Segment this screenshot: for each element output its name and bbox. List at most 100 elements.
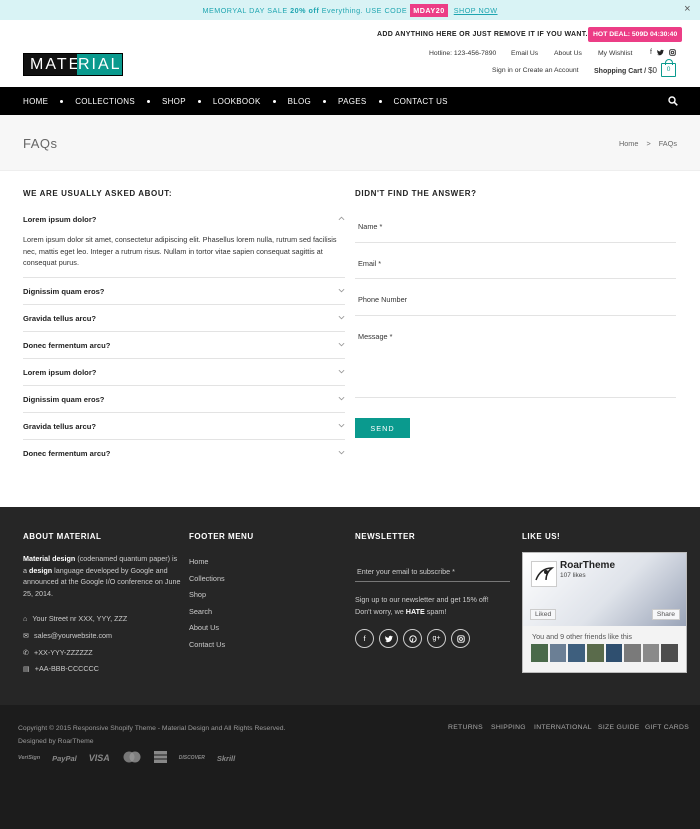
- name-field[interactable]: Name *: [355, 206, 676, 243]
- friend-avatar[interactable]: [531, 644, 548, 662]
- chevron-down-icon[interactable]: [338, 422, 345, 429]
- newsletter-input[interactable]: Enter your email to subscribe *: [355, 564, 510, 582]
- friend-avatar[interactable]: [568, 644, 585, 662]
- faq-item[interactable]: Lorem ipsum dolor? Lorem ipsum dolor sit…: [23, 206, 345, 278]
- footer-menu: Home Collections Shop Search About Us Co…: [189, 557, 225, 657]
- faq-item[interactable]: Lorem ipsum dolor?: [23, 359, 345, 386]
- skrill-icon: Skrill: [216, 753, 236, 763]
- facebook-page-name[interactable]: RoarTheme: [560, 560, 615, 571]
- instagram-icon[interactable]: [669, 49, 676, 58]
- payment-icons: VeriSign PayPal VISA DISCOVER Skrill: [18, 751, 235, 765]
- footer-link-contact[interactable]: Contact Us: [189, 640, 225, 657]
- footer-link-search[interactable]: Search: [189, 607, 225, 624]
- breadcrumb-home[interactable]: Home: [619, 139, 638, 148]
- twitter-icon[interactable]: [379, 629, 398, 648]
- friend-avatar[interactable]: [624, 644, 641, 662]
- designed-by[interactable]: Designed by RoarTheme: [18, 736, 285, 749]
- footer-link-shop[interactable]: Shop: [189, 590, 225, 607]
- nav-blog[interactable]: BLOG: [288, 97, 311, 106]
- wishlist-link[interactable]: My Wishlist: [598, 50, 632, 57]
- about-bold-1: Material design: [23, 554, 76, 563]
- about-us-link[interactable]: About Us: [554, 50, 582, 57]
- facebook-icon[interactable]: f: [650, 49, 652, 58]
- nav-shop[interactable]: SHOP: [162, 97, 186, 106]
- footer-link-about[interactable]: About Us: [189, 623, 225, 640]
- friend-avatar[interactable]: [586, 644, 604, 662]
- faq-item[interactable]: Dignissim quam eros?: [23, 386, 345, 413]
- google-plus-icon[interactable]: g+: [427, 629, 446, 648]
- friend-avatar[interactable]: [549, 644, 567, 662]
- faq-question[interactable]: Dignissim quam eros?: [23, 287, 345, 296]
- discover-icon: DISCOVER: [178, 755, 205, 761]
- faq-question[interactable]: Donec fermentum arcu?: [23, 449, 345, 458]
- faq-question[interactable]: Lorem ipsum dolor?: [23, 368, 345, 377]
- chevron-down-icon[interactable]: [338, 368, 345, 375]
- footer-link-collections[interactable]: Collections: [189, 574, 225, 591]
- bottom-link-returns[interactable]: RETURNS: [448, 724, 483, 731]
- facebook-liked-button[interactable]: Liked: [530, 609, 557, 620]
- close-icon[interactable]: ×: [684, 3, 691, 15]
- bottom-link-size-guide[interactable]: SIZE GUIDE: [598, 724, 640, 731]
- facebook-widget[interactable]: RoarTheme 107 likes Liked Share You and …: [522, 552, 687, 673]
- contact-form: Name * Email * Phone Number Message *: [355, 206, 676, 398]
- pinterest-icon[interactable]: [403, 629, 422, 648]
- chevron-up-icon[interactable]: [338, 215, 345, 222]
- account-links: Sign in or Create an Account: [492, 67, 579, 74]
- create-account-link[interactable]: Create an Account: [523, 67, 579, 74]
- mail-text[interactable]: sales@yourwebsite.com: [34, 631, 112, 640]
- envelope-icon: ✉: [23, 631, 30, 640]
- chevron-down-icon[interactable]: [338, 314, 345, 321]
- footer-social: f g+: [355, 629, 470, 648]
- faq-item[interactable]: Gravida tellus arcu?: [23, 305, 345, 332]
- nav-home[interactable]: HOME: [23, 97, 48, 106]
- mastercard-icon: [122, 751, 142, 765]
- faq-item[interactable]: Dignissim quam eros?: [23, 278, 345, 305]
- cart-bag-icon[interactable]: 0: [661, 59, 676, 77]
- shop-now-link[interactable]: SHOP NOW: [454, 6, 498, 15]
- chevron-down-icon[interactable]: [338, 395, 345, 402]
- faq-item[interactable]: Gravida tellus arcu?: [23, 413, 345, 440]
- friend-avatar[interactable]: [661, 644, 678, 662]
- footer-link-home[interactable]: Home: [189, 557, 225, 574]
- instagram-icon[interactable]: [451, 629, 470, 648]
- email-field[interactable]: Email *: [355, 243, 676, 279]
- friend-avatar[interactable]: [605, 644, 623, 662]
- faq-question[interactable]: Lorem ipsum dolor?: [23, 215, 345, 224]
- faq-question[interactable]: Dignissim quam eros?: [23, 395, 345, 404]
- contact-fax: ▤ +AA-BBB-CCCCCC: [23, 664, 99, 673]
- nav-collections[interactable]: COLLECTIONS: [75, 97, 135, 106]
- twitter-icon[interactable]: [656, 49, 664, 58]
- promo-pct: 20% off: [290, 5, 320, 15]
- hot-deal-badge[interactable]: HOT DEAL: 509D 04:30:40: [588, 27, 683, 42]
- facebook-icon[interactable]: f: [355, 629, 374, 648]
- friend-avatar[interactable]: [642, 644, 660, 662]
- nav-dot: [323, 99, 327, 103]
- faq-item[interactable]: Donec fermentum arcu?: [23, 332, 345, 359]
- bottom-link-shipping[interactable]: SHIPPING: [491, 724, 526, 731]
- nav-pages[interactable]: PAGES: [338, 97, 366, 106]
- chevron-down-icon[interactable]: [338, 287, 345, 294]
- search-icon[interactable]: [668, 96, 678, 108]
- or-text: or: [514, 67, 521, 74]
- faq-question[interactable]: Gravida tellus arcu?: [23, 422, 345, 431]
- phone-field[interactable]: Phone Number: [355, 279, 676, 316]
- cart-summary[interactable]: Shopping Cart / $0: [594, 66, 657, 75]
- email-us-link[interactable]: Email Us: [511, 50, 538, 57]
- facebook-share-button[interactable]: Share: [651, 609, 680, 620]
- logo[interactable]: MATE RIAL: [23, 53, 123, 76]
- nav-dot: [272, 99, 276, 103]
- faq-item[interactable]: Donec fermentum arcu?: [23, 440, 345, 466]
- bottom-link-gift-cards[interactable]: GIFT CARDS: [645, 724, 689, 731]
- logo-part-b: RIAL: [77, 54, 122, 75]
- faq-question[interactable]: Donec fermentum arcu?: [23, 341, 345, 350]
- nav-contact-us[interactable]: CONTACT US: [394, 97, 448, 106]
- faq-question[interactable]: Gravida tellus arcu?: [23, 314, 345, 323]
- chevron-down-icon[interactable]: [338, 449, 345, 456]
- nav-lookbook[interactable]: LOOKBOOK: [213, 97, 261, 106]
- verisign-icon: VeriSign: [18, 755, 41, 761]
- send-button[interactable]: SEND: [355, 418, 410, 438]
- sign-in-link[interactable]: Sign in: [492, 67, 513, 74]
- chevron-down-icon[interactable]: [338, 341, 345, 348]
- message-field[interactable]: Message *: [355, 316, 676, 398]
- bottom-link-international[interactable]: INTERNATIONAL: [534, 724, 592, 731]
